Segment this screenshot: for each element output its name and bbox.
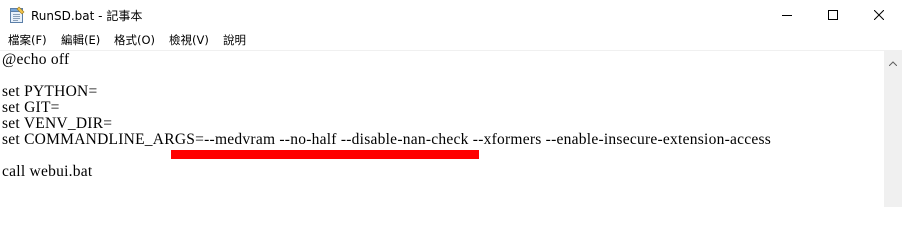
close-button[interactable] — [856, 0, 902, 30]
scroll-up-button[interactable] — [884, 51, 902, 69]
notepad-icon — [9, 6, 25, 24]
window-title: RunSD.bat - 記事本 — [31, 9, 143, 23]
editor-line: @echo off — [2, 51, 70, 68]
menu-view[interactable]: 檢視(V) — [169, 33, 209, 47]
editor-line: call webui.bat — [2, 163, 93, 180]
menu-edit[interactable]: 編輯(E) — [61, 33, 100, 47]
red-underline-highlight — [171, 150, 479, 159]
maximize-icon — [828, 10, 838, 20]
text-editor[interactable]: @echo off set PYTHON= set GIT= set VENV_… — [0, 51, 884, 207]
editor-line: set VENV_DIR= — [2, 115, 113, 132]
minimize-button[interactable] — [764, 0, 810, 30]
close-icon — [874, 10, 884, 20]
minimize-icon — [782, 10, 792, 20]
editor-line: set COMMANDLINE_ARGS=--medvram --no-half… — [2, 131, 772, 148]
title-bar[interactable]: RunSD.bat - 記事本 — [0, 0, 902, 30]
scroll-up-icon — [888, 51, 898, 70]
menu-bar: 檔案(F) 編輯(E) 格式(O) 檢視(V) 說明 — [0, 30, 902, 50]
menu-format[interactable]: 格式(O) — [114, 33, 155, 47]
editor-line: set GIT= — [2, 99, 60, 116]
menu-file[interactable]: 檔案(F) — [8, 33, 47, 47]
editor-line: set PYTHON= — [2, 83, 98, 100]
maximize-button[interactable] — [810, 0, 856, 30]
notepad-window: RunSD.bat - 記事本 檔案(F) 編輯(E) 格式(O) 檢視(V) — [0, 0, 902, 207]
menu-help[interactable]: 說明 — [223, 33, 246, 47]
vertical-scrollbar[interactable] — [884, 51, 902, 207]
